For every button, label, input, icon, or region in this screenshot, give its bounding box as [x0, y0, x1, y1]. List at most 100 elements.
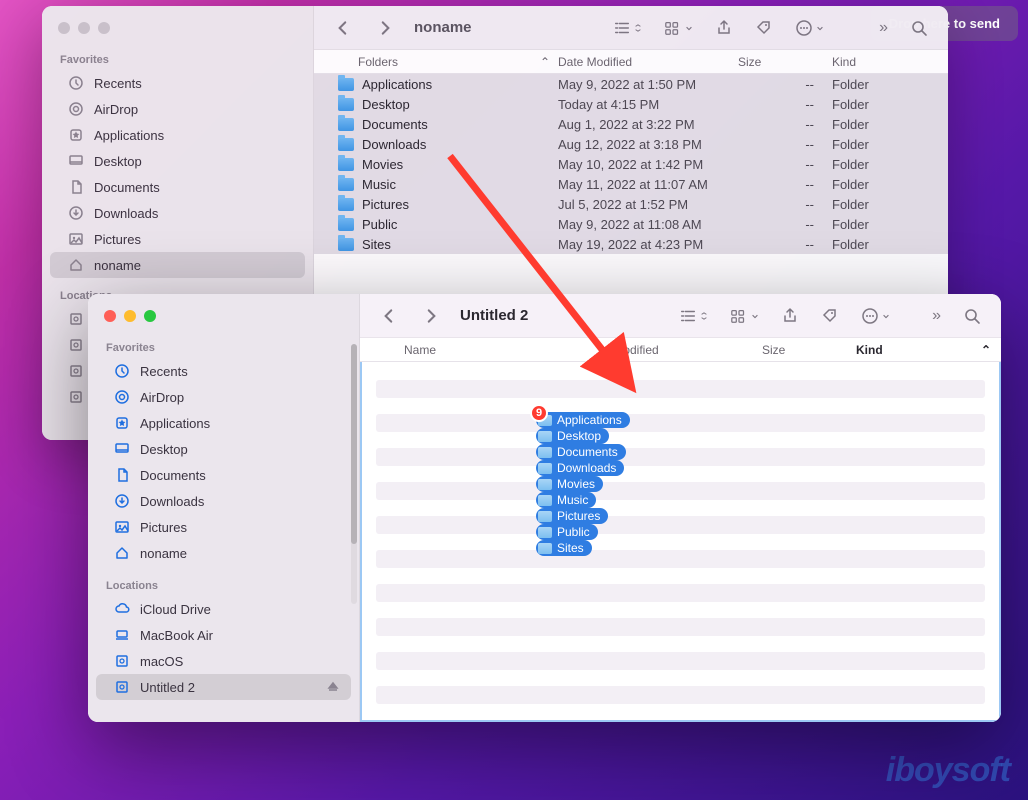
sidebar-item-downloads[interactable]: Downloads [50, 200, 305, 226]
forward-button[interactable] [370, 15, 400, 41]
sidebar-item-label: iCloud Drive [140, 602, 211, 617]
drag-ghost-item: Downloads [536, 460, 624, 476]
drag-item-label: Downloads [557, 461, 616, 475]
table-row[interactable]: SitesMay 19, 2022 at 4:23 PM--Folder [314, 234, 948, 254]
sidebar-item-airdrop[interactable]: AirDrop [96, 384, 351, 410]
home-icon [68, 257, 84, 273]
col-size[interactable]: Size [738, 55, 832, 69]
zoom-button[interactable] [98, 22, 110, 34]
group-button[interactable] [658, 15, 699, 41]
sidebar-item-pictures[interactable]: Pictures [96, 514, 351, 540]
col-date[interactable]: te Modified [600, 343, 762, 357]
action-button[interactable] [789, 15, 830, 41]
share-button[interactable] [775, 303, 805, 329]
placeholder-row [376, 516, 985, 534]
sidebar-item-recents[interactable]: Recents [50, 70, 305, 96]
sidebar-item-macbook-air[interactable]: MacBook Air [96, 622, 351, 648]
window-controls[interactable] [42, 16, 313, 48]
window-controls[interactable] [88, 304, 359, 336]
overflow-button[interactable]: » [926, 303, 947, 329]
sidebar-item-untitled-2[interactable]: Untitled 2 [96, 674, 351, 700]
file-kind: Folder [832, 237, 948, 252]
sidebar-item-applications[interactable]: Applications [50, 122, 305, 148]
file-size: -- [738, 77, 832, 92]
table-row[interactable]: DesktopToday at 4:15 PM--Folder [314, 94, 948, 114]
close-button[interactable] [58, 22, 70, 34]
table-row[interactable]: PublicMay 9, 2022 at 11:08 AM--Folder [314, 214, 948, 234]
drag-item-label: Music [557, 493, 588, 507]
file-date: May 10, 2022 at 1:42 PM [558, 157, 738, 172]
col-size[interactable]: Size [762, 343, 856, 357]
sidebar-item-desktop[interactable]: Desktop [96, 436, 351, 462]
table-row[interactable]: DownloadsAug 12, 2022 at 3:18 PM--Folder [314, 134, 948, 154]
doc-icon [114, 467, 130, 483]
drag-ghost-item: Movies [536, 476, 603, 492]
file-name: Pictures [362, 197, 409, 212]
drag-item-label: Pictures [557, 509, 600, 523]
sidebar-item-downloads[interactable]: Downloads [96, 488, 351, 514]
sidebar-item-icloud-drive[interactable]: iCloud Drive [96, 596, 351, 622]
col-date[interactable]: Date Modified [558, 55, 738, 69]
main-panel: Untitled 2 » Name te Modified Size Kind⌃ [360, 294, 1001, 722]
sidebar-item-documents[interactable]: Documents [96, 462, 351, 488]
group-button[interactable] [724, 303, 765, 329]
sidebar-item-recents[interactable]: Recents [96, 358, 351, 384]
sidebar-item-label: AirDrop [140, 390, 184, 405]
view-list-button[interactable] [673, 303, 714, 329]
favorites-label: Favorites [42, 48, 313, 70]
tags-button[interactable] [815, 303, 845, 329]
sidebar-item-macos[interactable]: macOS [96, 648, 351, 674]
sidebar-item-label: AirDrop [94, 102, 138, 117]
table-row[interactable]: DocumentsAug 1, 2022 at 3:22 PM--Folder [314, 114, 948, 134]
window-title: noname [414, 19, 472, 36]
minimize-button[interactable] [78, 22, 90, 34]
table-row[interactable]: MoviesMay 10, 2022 at 1:42 PM--Folder [314, 154, 948, 174]
favorites-label: Favorites [88, 336, 359, 358]
generic-icon [68, 337, 84, 353]
col-name[interactable]: Name [404, 343, 600, 357]
sidebar-item-noname[interactable]: noname [50, 252, 305, 278]
folder-icon [338, 178, 354, 191]
back-button[interactable] [328, 15, 358, 41]
search-button[interactable] [957, 303, 987, 329]
table-row[interactable]: PicturesJul 5, 2022 at 1:52 PM--Folder [314, 194, 948, 214]
sidebar-item-airdrop[interactable]: AirDrop [50, 96, 305, 122]
forward-button[interactable] [416, 303, 446, 329]
minimize-button[interactable] [124, 310, 136, 322]
file-size: -- [738, 97, 832, 112]
col-kind[interactable]: Kind [832, 55, 948, 69]
table-row[interactable]: MusicMay 11, 2022 at 11:07 AM--Folder [314, 174, 948, 194]
overflow-button[interactable]: » [852, 15, 894, 41]
sidebar-item-documents[interactable]: Documents [50, 174, 305, 200]
close-button[interactable] [104, 310, 116, 322]
clock-icon [114, 363, 130, 379]
sidebar-item-applications[interactable]: Applications [96, 410, 351, 436]
drag-item-label: Movies [557, 477, 595, 491]
col-kind[interactable]: Kind⌃ [856, 343, 1001, 357]
search-button[interactable] [904, 15, 934, 41]
drag-count-badge: 9 [530, 404, 548, 422]
col-folders[interactable]: Folders⌃ [358, 55, 558, 69]
sidebar-item-label: Documents [94, 180, 160, 195]
scrollbar-thumb[interactable] [351, 344, 357, 544]
back-button[interactable] [374, 303, 404, 329]
tags-button[interactable] [749, 15, 779, 41]
sidebar-item-desktop[interactable]: Desktop [50, 148, 305, 174]
eject-icon[interactable] [325, 679, 341, 695]
sidebar-item-pictures[interactable]: Pictures [50, 226, 305, 252]
generic-icon [68, 311, 84, 327]
drag-item-label: Sites [557, 541, 584, 555]
file-date: Aug 1, 2022 at 3:22 PM [558, 117, 738, 132]
action-button[interactable] [855, 303, 896, 329]
scrollbar[interactable] [351, 344, 357, 604]
column-header[interactable]: Folders⌃ Date Modified Size Kind [314, 50, 948, 74]
sidebar-item-noname[interactable]: noname [96, 540, 351, 566]
drag-item-label: Desktop [557, 429, 601, 443]
view-list-button[interactable] [607, 15, 648, 41]
column-header[interactable]: Name te Modified Size Kind⌃ [360, 338, 1001, 362]
zoom-button[interactable] [144, 310, 156, 322]
table-row[interactable]: ApplicationsMay 9, 2022 at 1:50 PM--Fold… [314, 74, 948, 94]
share-button[interactable] [709, 15, 739, 41]
drag-ghost-item: Music [536, 492, 596, 508]
drop-target-area[interactable] [360, 362, 1001, 722]
